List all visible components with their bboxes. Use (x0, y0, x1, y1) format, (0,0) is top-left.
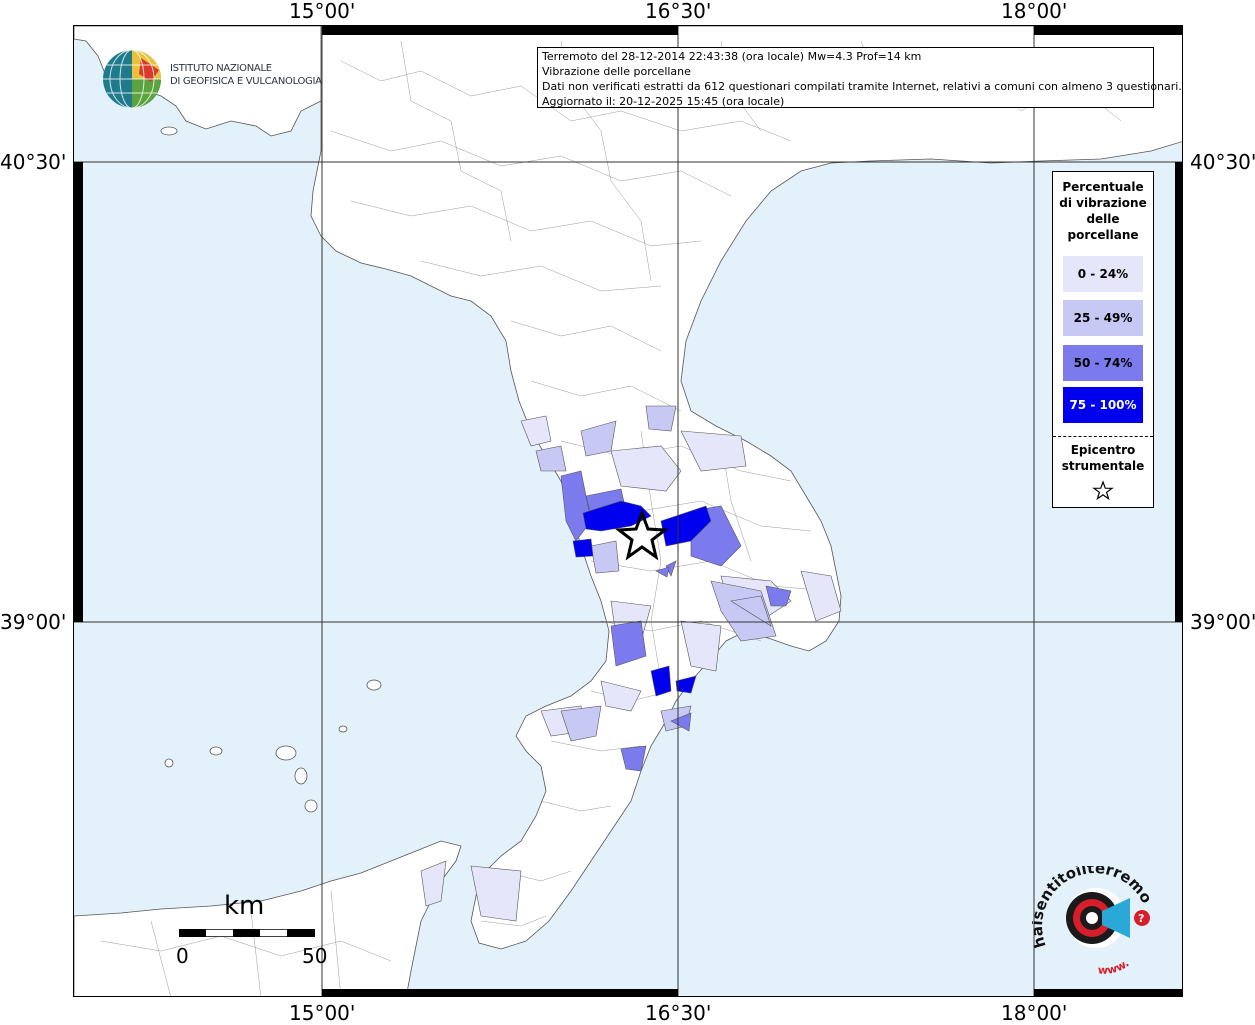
legend-title-line: Percentuale (1062, 180, 1144, 194)
island-stromboli (366, 679, 382, 691)
island-filicudi (209, 746, 223, 756)
lat-label-right-2: 39°00' (1190, 610, 1255, 634)
svg-text:?: ? (1138, 912, 1144, 925)
legend-class-50-74: 50 - 74% (1063, 345, 1143, 381)
lon-label-top-1: 15°00' (289, 0, 356, 23)
info-updated: Aggiornato il: 20-12-2025 15:45 (ora loc… (542, 95, 785, 108)
legend-epicenter-title: Epicentro strumentale (1053, 442, 1153, 474)
lat-label-right-1: 40°30' (1190, 150, 1255, 174)
scale-end: 50 (302, 944, 328, 968)
island-panarea (338, 725, 348, 733)
lon-label-top-3: 18°00' (1001, 0, 1068, 23)
legend-epicenter-line: strumentale (1061, 459, 1145, 473)
island-alicudi (164, 758, 174, 768)
island-vulcano (304, 799, 318, 813)
lon-label-bottom-1: 15°00' (289, 1001, 356, 1025)
info-event: Terremoto del 28-12-2014 22:43:38 (ora l… (542, 50, 922, 63)
legend-class-0-24: 0 - 24% (1063, 256, 1143, 292)
island-capri (160, 126, 178, 136)
ingv-name: ISTITUTO NAZIONALE DI GEOFISICA E VULCAN… (170, 62, 322, 88)
scale-bar: km 0 50 (176, 891, 328, 972)
scale-bar-graphic (179, 929, 315, 937)
legend-class-25-49: 25 - 49% (1063, 300, 1143, 336)
island-salina (275, 745, 297, 761)
scale-start: 0 (176, 944, 189, 968)
legend-epicenter-line: Epicentro (1070, 443, 1136, 457)
info-data-source: Dati non verificati estratti da 612 ques… (542, 80, 1182, 93)
legend-title-line: di vibrazione (1059, 196, 1147, 210)
svg-text:www.: www. (1098, 957, 1132, 976)
island-lipari (294, 767, 308, 785)
globe-icon (103, 49, 161, 109)
lat-label-left-2: 39°00' (0, 610, 67, 634)
ingv-name-line1: ISTITUTO NAZIONALE (170, 63, 272, 74)
legend: Percentuale di vibrazione delle porcella… (1052, 171, 1154, 508)
haisentito-logo-url: www. (1098, 957, 1132, 977)
star-icon (1092, 480, 1114, 501)
lon-label-bottom-3: 18°00' (1001, 1001, 1068, 1025)
ingv-name-line2: DI GEOFISICA E VULCANOLOGIA (170, 76, 322, 87)
legend-title: Percentuale di vibrazione delle porcella… (1053, 179, 1153, 243)
map-area[interactable] (73, 25, 1183, 997)
earthquake-info-box: Terremoto del 28-12-2014 22:43:38 (ora l… (537, 47, 1182, 108)
map-canvas[interactable] (74, 26, 1183, 997)
legend-separator (1053, 436, 1153, 437)
legend-title-line: porcellane (1067, 228, 1139, 242)
info-parameter: Vibrazione delle porcellane (542, 65, 691, 78)
lon-label-bottom-2: 16°30' (645, 1001, 712, 1025)
lat-label-left-1: 40°30' (0, 150, 67, 174)
legend-class-75-100: 75 - 100% (1063, 387, 1143, 423)
scale-unit: km (224, 891, 265, 921)
lon-label-top-2: 16°30' (645, 0, 712, 23)
legend-title-line: delle (1086, 212, 1120, 226)
haisentito-logo: haisentitoilterremoto.it www. ? (1027, 852, 1162, 977)
haisentito-logo-graphic: haisentitoilterremoto.it www. ? (1027, 852, 1156, 977)
